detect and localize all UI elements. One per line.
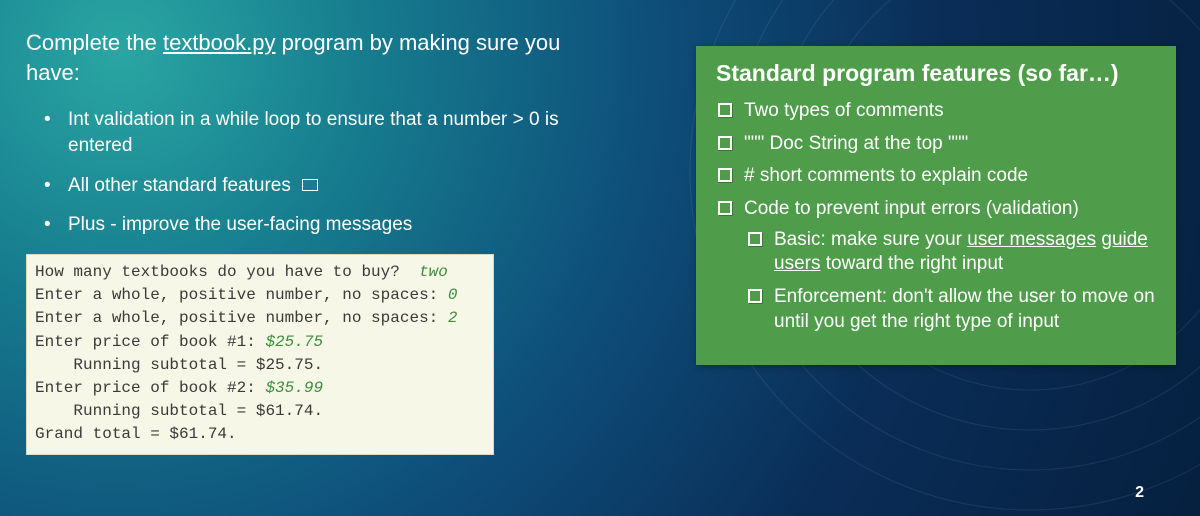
feature-enforcement: Enforcement: don't allow the user to mov… (744, 285, 1160, 334)
left-column: Complete the textbook.py program by maki… (26, 28, 586, 455)
slide: Complete the textbook.py program by maki… (0, 0, 1200, 516)
features-sublist: Basic: make sure your user messages guid… (744, 228, 1160, 335)
task-bullets: Int validation in a while loop to ensure… (26, 107, 586, 238)
page-number: 2 (1135, 484, 1144, 502)
bullet-improve-messages: Plus - improve the user-facing messages (68, 212, 586, 238)
intro-prefix: Complete the (26, 30, 163, 55)
console-line-7: Running subtotal = $61.74. (35, 402, 323, 420)
feature-two-types-comments: Two types of comments (714, 99, 1160, 124)
features-panel-title: Standard program features (so far…) (716, 60, 1160, 87)
feature-short-comments: # short comments to explain code (714, 164, 1160, 189)
flag-icon (302, 179, 318, 191)
console-line-1-prompt: How many textbooks do you have to buy? (35, 263, 419, 281)
intro-text: Complete the textbook.py program by maki… (26, 28, 586, 87)
feature-doc-string: """ Doc String at the top """ (714, 132, 1160, 157)
console-line-1-input: two (419, 263, 448, 281)
feature-validation-label: Code to prevent input errors (validation… (744, 198, 1079, 219)
feature-basic-prefix: Basic: make sure your (774, 229, 967, 250)
console-line-8: Grand total = $61.74. (35, 425, 237, 443)
bullet-int-validation: Int validation in a while loop to ensure… (68, 107, 586, 158)
console-line-6-input: $35.99 (265, 379, 323, 397)
features-panel: Standard program features (so far…) Two … (696, 46, 1176, 365)
console-line-4-prompt: Enter price of book #1: (35, 333, 265, 351)
program-filename: textbook.py (163, 30, 276, 55)
console-output: How many textbooks do you have to buy? t… (26, 254, 494, 456)
feature-basic-um1: user messages (967, 229, 1096, 250)
features-list: Two types of comments """ Doc String at … (714, 99, 1160, 335)
console-line-3-prompt: Enter a whole, positive number, no space… (35, 309, 448, 327)
console-line-2-input: 0 (448, 286, 458, 304)
console-line-5: Running subtotal = $25.75. (35, 356, 323, 374)
bullet-standard-features-label: All other standard features (68, 175, 291, 196)
console-line-4-input: $25.75 (265, 333, 323, 351)
console-line-6-prompt: Enter price of book #2: (35, 379, 265, 397)
console-line-2-prompt: Enter a whole, positive number, no space… (35, 286, 448, 304)
bullet-standard-features: All other standard features (68, 173, 586, 199)
feature-validation: Code to prevent input errors (validation… (714, 197, 1160, 334)
feature-basic-suffix: toward the right input (820, 253, 1003, 274)
feature-basic-messages: Basic: make sure your user messages guid… (744, 228, 1160, 277)
console-line-3-input: 2 (448, 309, 458, 327)
